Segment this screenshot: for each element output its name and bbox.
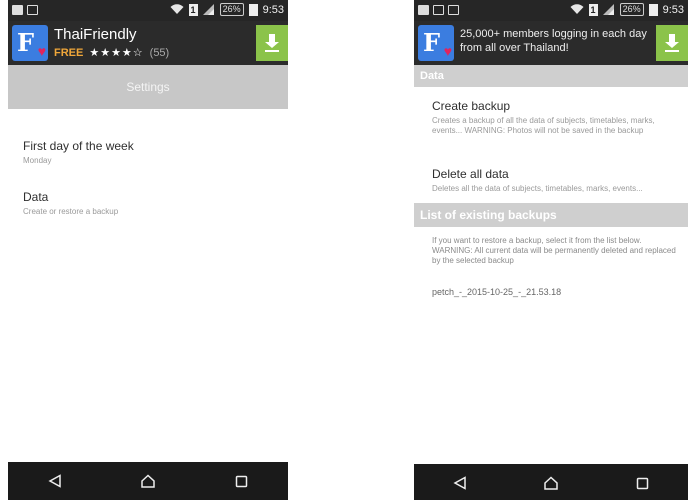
- backup-list-item[interactable]: petch_-_2015-10-25_-_21.53.18: [432, 287, 561, 297]
- ad-tagline: 25,000+ members logging in each day from…: [460, 28, 647, 54]
- rating-stars: ★★★★☆: [89, 47, 144, 59]
- status-time: 9:53: [262, 3, 284, 16]
- back-button[interactable]: [440, 468, 480, 498]
- recents-square-icon: [235, 475, 248, 487]
- status-bar: 1 26% 9:53: [414, 0, 688, 21]
- home-icon: [544, 476, 558, 490]
- pref-create-backup[interactable]: Create backup Creates a backup of all th…: [432, 99, 682, 136]
- back-button[interactable]: [35, 466, 75, 496]
- navigation-bar: [414, 464, 688, 500]
- download-button[interactable]: [256, 25, 288, 61]
- status-time: 9:53: [662, 3, 684, 16]
- pref-first-day-of-week[interactable]: First day of the week Monday: [23, 139, 134, 166]
- signal-icon: [202, 4, 214, 15]
- recents-button[interactable]: [221, 466, 261, 496]
- home-button[interactable]: [531, 468, 571, 498]
- pref-title: Data: [23, 190, 49, 204]
- back-triangle-icon: [453, 476, 466, 490]
- back-triangle-icon: [48, 474, 61, 488]
- home-icon: [141, 474, 155, 488]
- home-button[interactable]: [128, 466, 168, 496]
- battery-icon: [248, 3, 258, 16]
- photo-icon: [418, 5, 429, 15]
- wifi-icon: [570, 4, 584, 14]
- phone-screen-settings: 1 26% 9:53 F ♥ ThaiFriendly FREE ★★★★☆ (55)…: [8, 0, 288, 500]
- notification-icon: [433, 5, 444, 15]
- battery-percentage: 26%: [619, 3, 644, 16]
- status-bar: 1 26% 9:53: [8, 0, 288, 21]
- ad-banner[interactable]: F ♥ 25,000+ members logging in each day f…: [414, 21, 688, 65]
- section-header-data: Data: [414, 65, 688, 87]
- pref-summary: Create or restore a backup: [23, 207, 119, 216]
- thaifriendly-logo-icon[interactable]: F ♥: [12, 25, 48, 61]
- pref-summary: Deletes all the data of subjects, timeta…: [432, 184, 643, 193]
- pref-title: First day of the week: [23, 139, 134, 153]
- signal-icon: [602, 4, 614, 15]
- navigation-bar: [8, 462, 288, 500]
- recents-button[interactable]: [622, 468, 662, 498]
- battery-percentage: 26%: [219, 3, 244, 16]
- recents-square-icon: [636, 477, 649, 489]
- pref-data[interactable]: Data Create or restore a backup: [23, 190, 118, 217]
- ad-app-title: ThaiFriendly: [54, 26, 137, 43]
- download-icon: [265, 34, 279, 52]
- notification-icon: [12, 5, 23, 15]
- pref-summary: Monday: [23, 156, 52, 165]
- pref-title: Create backup: [432, 99, 511, 113]
- settings-toolbar-title: Settings: [8, 65, 288, 109]
- pref-title: Delete all data: [432, 167, 509, 181]
- sim-badge: 1: [588, 3, 598, 16]
- ad-rating-row: FREE ★★★★☆ (55): [54, 46, 169, 59]
- pref-delete-all-data[interactable]: Delete all data Deletes all the data of …: [432, 167, 682, 194]
- download-button[interactable]: [656, 25, 688, 61]
- section-header-backups: List of existing backups: [414, 203, 688, 227]
- thaifriendly-logo-icon[interactable]: F ♥: [418, 25, 454, 61]
- screenshot-icon: [27, 5, 38, 15]
- rating-count: (55): [149, 47, 170, 59]
- battery-icon: [648, 3, 658, 16]
- ad-free-label: FREE: [54, 47, 84, 59]
- pref-summary: Creates a backup of all the data of subj…: [432, 116, 655, 135]
- wifi-icon: [170, 4, 184, 14]
- sim-badge: 1: [188, 3, 198, 16]
- backups-info-text: If you want to restore a backup, select …: [432, 236, 676, 265]
- screenshot-icon: [448, 5, 459, 15]
- download-icon: [665, 34, 679, 52]
- phone-screen-data: 1 26% 9:53 F ♥ 25,000+ members logging in…: [414, 0, 688, 500]
- ad-banner[interactable]: F ♥ ThaiFriendly FREE ★★★★☆ (55): [8, 21, 288, 65]
